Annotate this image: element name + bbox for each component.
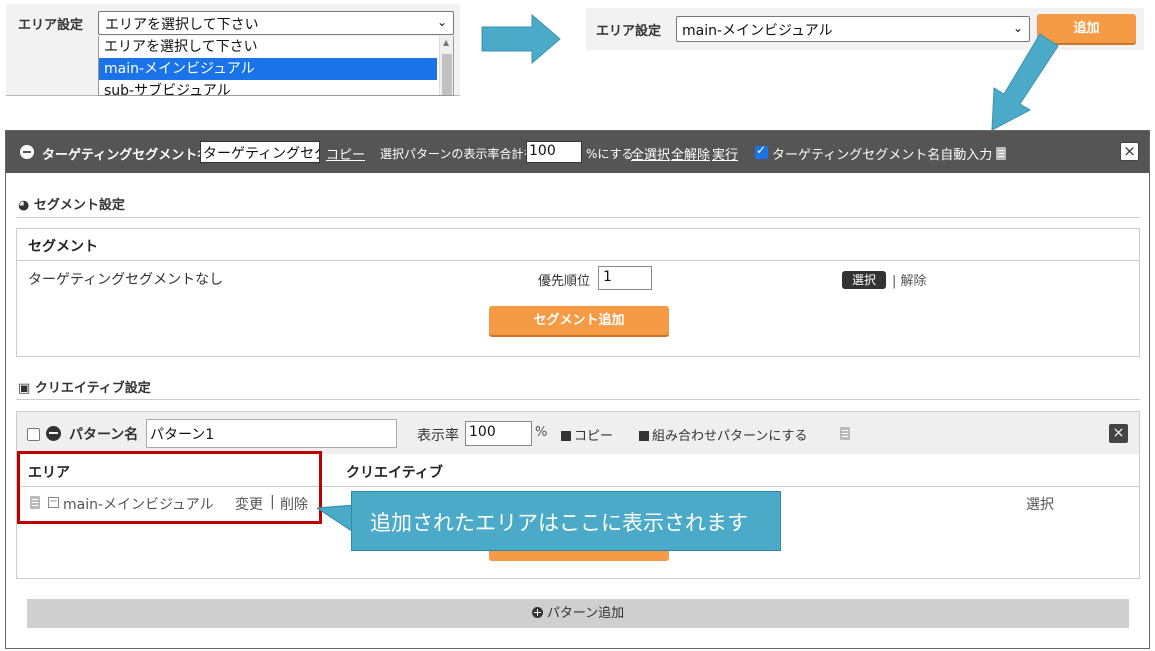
close-pattern-button[interactable]: × xyxy=(1109,424,1128,443)
area-option-selected[interactable]: main-メインビジュアル xyxy=(99,58,437,80)
select-segment-button[interactable]: 選択 xyxy=(842,271,886,289)
area-select[interactable]: main-メインビジュアル ⌄ xyxy=(676,16,1030,42)
pattern-checkbox[interactable] xyxy=(27,428,40,441)
plus-icon xyxy=(531,607,543,618)
copy-icon xyxy=(561,431,571,441)
segment-settings-title: ◕ セグメント設定 xyxy=(18,194,125,213)
pie-chart-icon: ◕ xyxy=(18,198,30,213)
area-select-value: main-メインビジュアル xyxy=(682,23,833,39)
collapse-icon[interactable] xyxy=(20,145,34,159)
area-options-list: エリアを選択して下さい main-メインビジュアル sub-サブビジュアル ▲ xyxy=(98,36,454,96)
arrow-right-icon xyxy=(481,13,561,65)
execute-link[interactable]: 実行 xyxy=(712,144,738,163)
select-all-link[interactable]: 全選択 xyxy=(631,144,670,163)
combo-label: 組み合わせパターンにする xyxy=(652,429,808,444)
panel-header: ターゲティングセグメント名 ターゲティングセグ コピー 選択パターンの表示率合計… xyxy=(6,131,1149,173)
priority-input[interactable]: 1 xyxy=(598,266,652,290)
rate-prefix-text: 選択パターンの表示率合計を xyxy=(380,147,536,161)
close-panel-button[interactable]: × xyxy=(1120,142,1139,161)
callout-pointer xyxy=(317,505,355,534)
highlight-box xyxy=(17,451,322,524)
clear-all-link[interactable]: 全解除 xyxy=(671,144,710,163)
area-setting-dropdown-open: エリア設定 エリアを選択して下さい ⌄ エリアを選択して下さい main-メイン… xyxy=(6,4,460,96)
copy-label: コピー xyxy=(574,429,614,444)
area-option[interactable]: sub-サブビジュアル xyxy=(99,80,437,95)
collapse-icon[interactable] xyxy=(46,426,61,441)
combo-pattern-button[interactable]: 組み合わせパターンにする xyxy=(639,425,807,444)
segment-settings-label: セグメント設定 xyxy=(33,198,125,213)
drag-handle-icon[interactable] xyxy=(840,427,850,440)
options-scrollbar[interactable]: ▲ xyxy=(439,36,453,95)
segment-row-label: ターゲティングセグメントなし xyxy=(28,272,224,288)
area-setting-label: エリア設定 xyxy=(18,18,84,33)
area-select[interactable]: エリアを選択して下さい ⌄ xyxy=(98,11,454,35)
display-rate-input[interactable]: 100 xyxy=(465,421,532,446)
divider xyxy=(16,217,1140,218)
area-setting-label: エリア設定 xyxy=(596,24,662,39)
scroll-up-icon[interactable]: ▲ xyxy=(443,38,449,47)
rate-suffix-text: %にする xyxy=(586,147,634,161)
priority-label: 優先順位 xyxy=(538,274,591,289)
drag-handle-icon[interactable] xyxy=(996,147,1006,160)
copy-link[interactable]: コピー xyxy=(326,144,365,163)
add-pattern-label: パターン追加 xyxy=(546,606,625,621)
display-rate-label: 表示率 xyxy=(417,428,459,444)
area-option[interactable]: エリアを選択して下さい xyxy=(99,36,437,58)
percent-label: % xyxy=(535,425,548,440)
creative-settings-label: クリエイティブ設定 xyxy=(34,381,151,396)
area-select-value: エリアを選択して下さい xyxy=(105,17,259,33)
targeting-segment-panel: ターゲティングセグメント名 ターゲティングセグ コピー 選択パターンの表示率合計… xyxy=(5,130,1150,649)
pattern-name-label: パターン名 xyxy=(69,427,139,443)
segment-name-label: ターゲティングセグメント名 xyxy=(42,148,211,163)
total-rate-input[interactable]: 100 xyxy=(526,141,582,163)
segment-box: セグメント ターゲティングセグメントなし 優先順位 1 選択 | 解除 セグメン… xyxy=(16,228,1140,357)
grid-icon xyxy=(639,431,649,441)
callout-note: 追加されたエリアはここに表示されます xyxy=(351,491,781,551)
segment-box-title: セグメント xyxy=(17,229,1139,261)
auto-name-checkbox[interactable] xyxy=(755,143,768,159)
divider xyxy=(16,399,1140,400)
chevron-down-icon: ⌄ xyxy=(436,15,447,29)
auto-name-label: ターゲティングセグメント名自動入力 xyxy=(772,148,993,163)
pattern-name-input[interactable]: パターン1 xyxy=(146,419,397,448)
unselect-label: 解除 xyxy=(900,274,927,289)
scrollbar-thumb[interactable] xyxy=(442,54,452,95)
creative-settings-title: ▣ クリエイティブ設定 xyxy=(18,377,151,396)
image-icon: ▣ xyxy=(18,381,31,396)
copy-pattern-button[interactable]: コピー xyxy=(561,425,613,444)
add-pattern-button[interactable]: パターン追加 xyxy=(27,599,1129,628)
column-creative-header: クリエイティブ xyxy=(346,465,443,481)
add-segment-button[interactable]: セグメント追加 xyxy=(489,306,669,335)
segment-name-input[interactable]: ターゲティングセグ xyxy=(200,141,320,163)
arrow-down-left-icon xyxy=(991,33,1059,131)
select-creative-link[interactable]: 選択 xyxy=(1026,494,1054,514)
unselect-segment-link[interactable]: | 解除 xyxy=(892,270,927,289)
pattern-header: パターン名 パターン1 表示率 100 % コピー 組み合わせパターンにする × xyxy=(17,412,1139,454)
